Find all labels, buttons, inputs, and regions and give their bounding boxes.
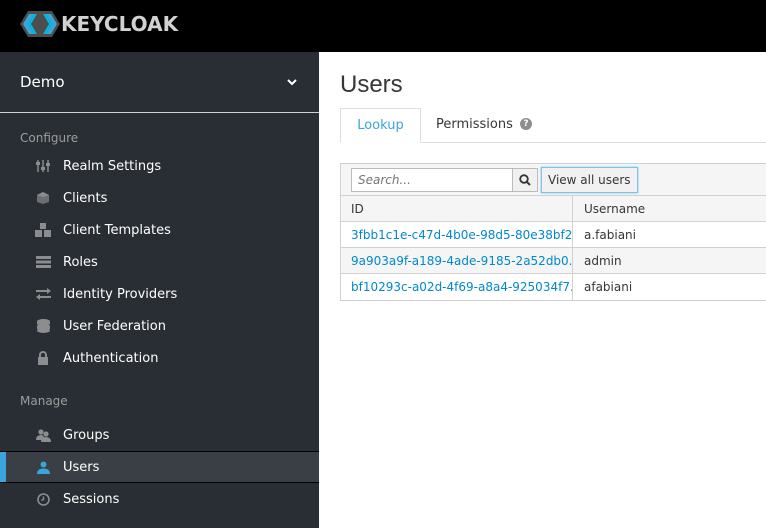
user-id-link[interactable]: 3fbb1c1e-c47d-4b0e-98d5-80e38bf2... [351, 228, 572, 242]
sidebar-item-clients[interactable]: Clients [0, 182, 319, 214]
help-icon[interactable]: ? [520, 117, 533, 130]
table-header: ID Username [341, 196, 766, 222]
top-bar: KEYCLOAK [0, 0, 766, 52]
sidebar-item-label: User Federation [63, 318, 166, 334]
sidebar-item-sessions[interactable]: Sessions [0, 483, 319, 515]
keycloak-logo[interactable]: KEYCLOAK [20, 9, 178, 39]
section-manage: Manage [20, 394, 68, 408]
users-icon [35, 427, 51, 443]
keycloak-logo-icon [20, 11, 60, 37]
user-id-link[interactable]: bf10293c-a02d-4f69-a8a4-925034f7... [351, 280, 572, 294]
sidebar-item-realm-settings[interactable]: Realm Settings [0, 150, 319, 182]
table-row: 9a903a9f-a189-4ade-9185-2a52db0... admin [341, 248, 766, 274]
sidebar-item-groups[interactable]: Groups [0, 419, 319, 451]
users-table: View all users ID Username 3fbb1c1e-c47d… [340, 163, 766, 301]
exchange-icon [35, 286, 51, 302]
tab-label: Permissions [436, 117, 513, 132]
table-toolbar: View all users [341, 164, 766, 196]
column-header-username[interactable]: Username [573, 196, 766, 221]
realm-selector[interactable]: Demo [0, 52, 319, 113]
page-title: Users [340, 71, 403, 98]
username-cell: a.fabiani [584, 227, 636, 242]
sidebar-item-users[interactable]: Users [0, 451, 319, 483]
cubes-icon [35, 222, 51, 238]
chevron-down-icon [287, 79, 297, 86]
username-cell: afabiani [584, 280, 633, 294]
lock-icon [35, 350, 51, 366]
sliders-icon [35, 158, 51, 174]
sidebar: Demo Configure Realm Settings Clients Cl… [0, 52, 319, 528]
section-configure: Configure [20, 131, 79, 145]
server-icon [35, 254, 51, 270]
clock-icon [35, 491, 51, 507]
sidebar-item-label: Realm Settings [63, 158, 162, 174]
search-icon [519, 174, 531, 186]
database-icon [35, 318, 51, 334]
sidebar-item-client-templates[interactable]: Client Templates [0, 214, 319, 246]
column-header-id[interactable]: ID [341, 196, 573, 221]
search-input[interactable] [351, 168, 513, 192]
sidebar-item-authentication[interactable]: Authentication [0, 342, 319, 374]
sidebar-item-label: Roles [63, 254, 98, 270]
tab-permissions[interactable]: Permissions ? [436, 108, 533, 143]
table-row: 3fbb1c1e-c47d-4b0e-98d5-80e38bf2... a.fa… [341, 222, 766, 248]
sidebar-item-label: Users [63, 459, 100, 475]
realm-name: Demo [20, 73, 65, 91]
user-id-link[interactable]: 9a903a9f-a189-4ade-9185-2a52db0... [351, 254, 572, 268]
sidebar-item-identity-providers[interactable]: Identity Providers [0, 278, 319, 310]
sidebar-item-label: Groups [63, 427, 110, 443]
table-row: bf10293c-a02d-4f69-a8a4-925034f7... afab… [341, 274, 766, 300]
sidebar-item-label: Identity Providers [63, 286, 178, 302]
brand-name: KEYCLOAK [61, 12, 179, 36]
sidebar-item-label: Client Templates [63, 222, 171, 238]
sidebar-item-label: Clients [63, 190, 108, 206]
view-all-users-button[interactable]: View all users [541, 167, 638, 193]
sidebar-item-label: Authentication [63, 350, 159, 366]
tabs: Lookup Permissions ? [340, 108, 766, 143]
search-button[interactable] [512, 168, 538, 192]
sidebar-item-user-federation[interactable]: User Federation [0, 310, 319, 342]
username-cell: admin [584, 253, 622, 268]
cube-icon [35, 190, 51, 206]
tab-lookup[interactable]: Lookup [340, 108, 421, 143]
tab-label: Lookup [357, 118, 404, 133]
sidebar-item-label: Sessions [63, 491, 120, 507]
main-content: Users Lookup Permissions ? View all user… [319, 52, 766, 528]
user-icon [35, 459, 51, 475]
sidebar-item-roles[interactable]: Roles [0, 246, 319, 278]
